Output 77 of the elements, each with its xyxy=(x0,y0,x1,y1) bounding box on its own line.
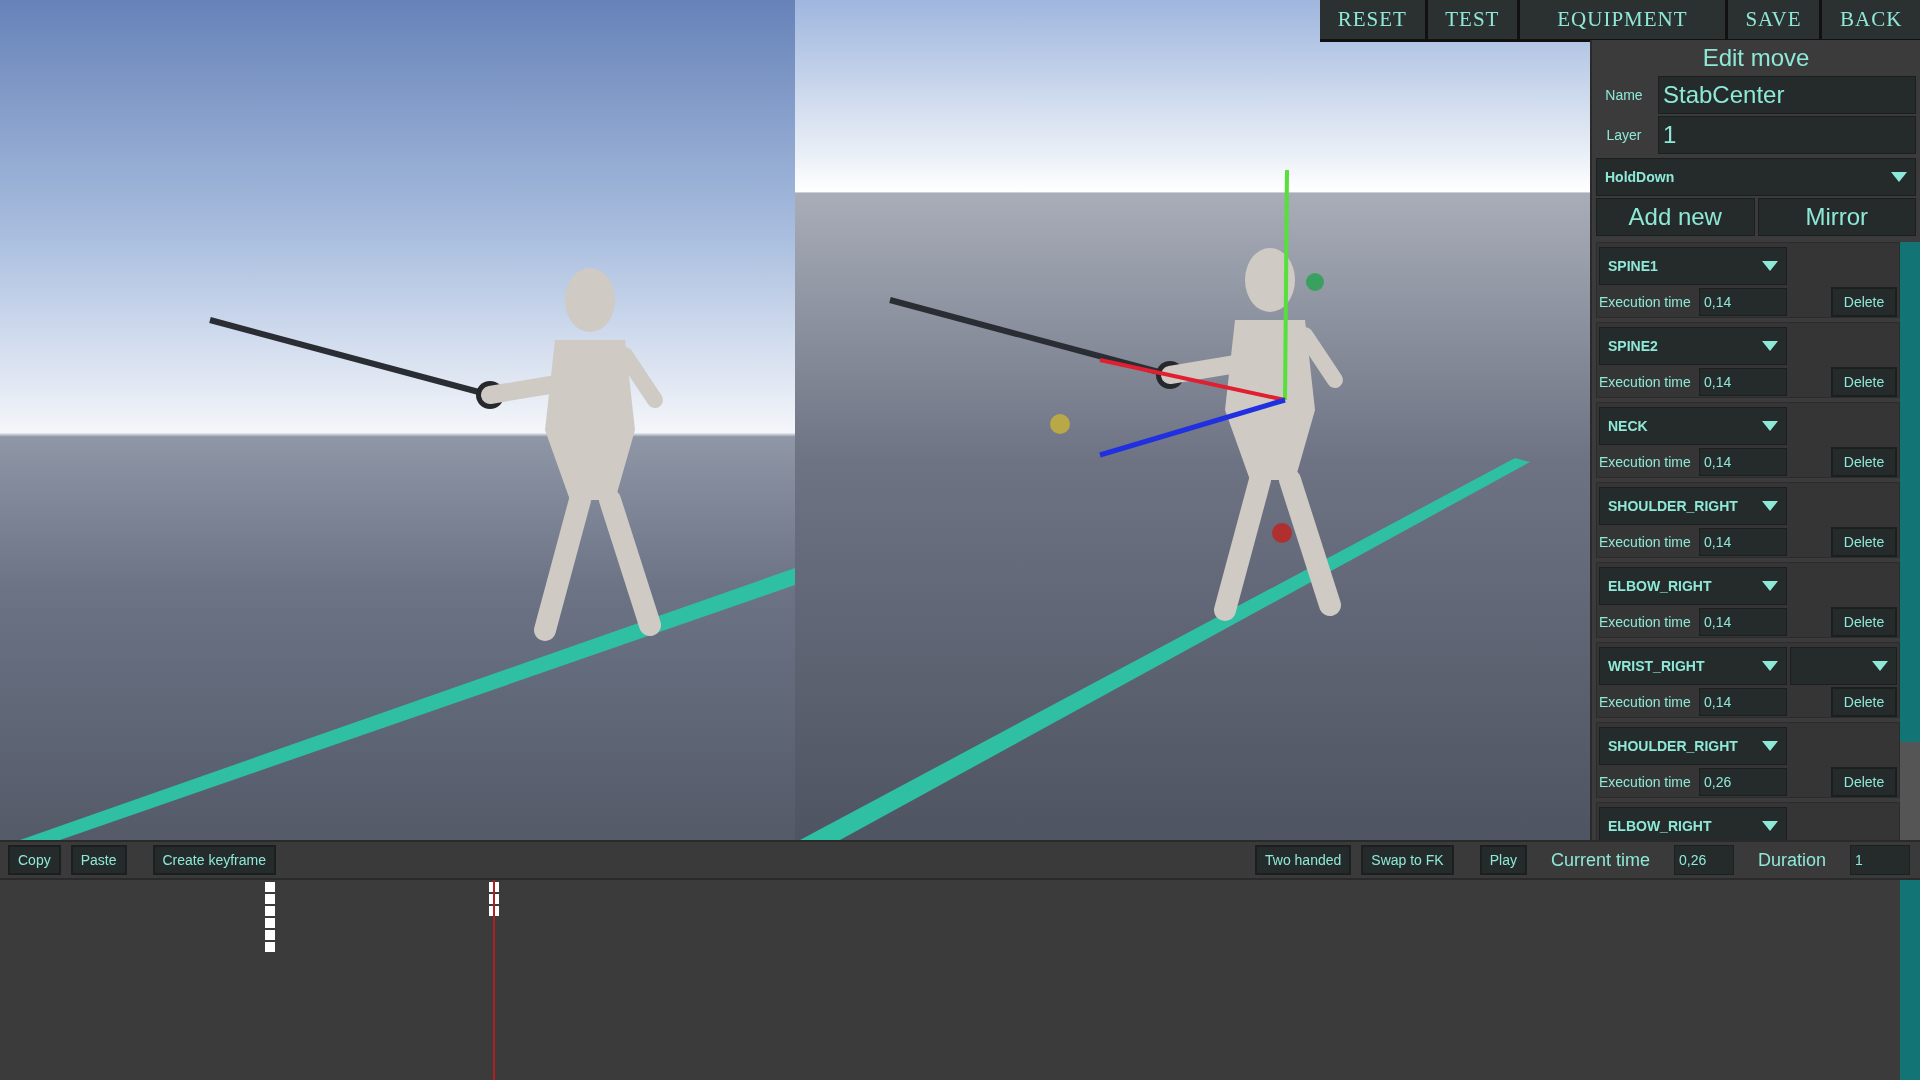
bone-dropdown[interactable]: SHOULDER_RIGHT xyxy=(1599,727,1787,765)
keyframe-markers-drawing[interactable] xyxy=(264,882,275,952)
delete-button[interactable]: Delete xyxy=(1831,687,1897,717)
time-field[interactable]: 0,14 xyxy=(1699,608,1787,636)
dropdown-value: ELBOW_RIGHT xyxy=(1608,578,1712,594)
delete-button[interactable]: Delete xyxy=(1831,607,1897,637)
menu-button[interactable]: SAVE xyxy=(1727,0,1820,39)
panel-title: Edit move xyxy=(1701,43,1811,73)
text-field[interactable]: StabCenter xyxy=(1658,76,1916,114)
time-field[interactable]: 0,14 xyxy=(1699,288,1787,316)
toolbar-button[interactable]: Create keyframe xyxy=(152,845,276,875)
caret-icon xyxy=(1891,172,1907,182)
field-label: Current time xyxy=(1549,849,1651,871)
time-field[interactable]: 0,14 xyxy=(1699,448,1787,476)
dropdown-value: SPINE2 xyxy=(1608,338,1658,354)
caret-icon xyxy=(1762,581,1778,591)
bone-dropdown[interactable]: ELBOW_RIGHT xyxy=(1599,807,1787,840)
field-label: Execution time xyxy=(1599,694,1692,710)
field-label: Execution time xyxy=(1599,614,1692,630)
field-label: Layer xyxy=(1605,127,1643,143)
dropdown-value: ELBOW_RIGHT xyxy=(1608,818,1712,834)
panel-button[interactable]: Mirror xyxy=(1757,198,1916,236)
field-label: Execution time xyxy=(1599,294,1692,310)
toolbar-button[interactable]: Copy xyxy=(8,845,61,875)
time-field[interactable]: 0,14 xyxy=(1699,528,1787,556)
time-field[interactable]: 0,14 xyxy=(1699,688,1787,716)
field-label: Duration xyxy=(1756,849,1827,871)
caret-icon xyxy=(1762,261,1778,271)
dropdown-value: SPINE1 xyxy=(1608,258,1658,274)
text-field[interactable]: 1 xyxy=(1658,116,1916,154)
bone-dropdown[interactable]: WRIST_RIGHT xyxy=(1599,647,1787,685)
bone-dropdown[interactable]: SPINE2 xyxy=(1599,327,1787,365)
field-label: Name xyxy=(1604,87,1644,103)
dropdown-value: SHOULDER_RIGHT xyxy=(1608,498,1738,514)
delete-button[interactable]: Delete xyxy=(1831,527,1897,557)
menu-button[interactable]: TEST xyxy=(1427,0,1518,39)
mode-dropdown[interactable]: HoldDown xyxy=(1596,158,1916,196)
bone-dropdown[interactable]: SHOULDER_RIGHT xyxy=(1599,487,1787,525)
caret-icon xyxy=(1762,501,1778,511)
field-label: Execution time xyxy=(1599,534,1692,550)
duration-field[interactable]: 1 xyxy=(1850,845,1910,875)
caret-icon xyxy=(1762,661,1778,671)
toolbar-button[interactable]: Two handed xyxy=(1255,845,1352,875)
caret-icon xyxy=(1762,421,1778,431)
bone-dropdown[interactable]: SPINE1 xyxy=(1599,247,1787,285)
scrollbar[interactable] xyxy=(1900,242,1920,840)
menu-button[interactable]: BACK xyxy=(1822,0,1920,39)
3d-viewport[interactable] xyxy=(0,0,795,840)
delete-button[interactable]: Delete xyxy=(1831,287,1897,317)
caret-icon xyxy=(1762,741,1778,751)
dropdown-value: WRIST_RIGHT xyxy=(1608,658,1705,674)
menu-button[interactable]: EQUIPMENT xyxy=(1520,0,1725,39)
dropdown-value: HoldDown xyxy=(1605,169,1675,185)
menu-button[interactable]: RESET xyxy=(1320,0,1425,39)
toolbar-button[interactable]: Paste xyxy=(70,845,127,875)
scrollbar-thumb[interactable] xyxy=(1900,242,1920,742)
field-label: Execution time xyxy=(1599,774,1692,790)
dropdown-value: SHOULDER_RIGHT xyxy=(1608,738,1738,754)
delete-button[interactable]: Delete xyxy=(1831,447,1897,477)
caret-icon xyxy=(1762,341,1778,351)
caret-icon xyxy=(1872,661,1888,671)
scrollbar[interactable] xyxy=(1900,880,1920,1080)
caret-icon xyxy=(1762,821,1778,831)
delete-button[interactable]: Delete xyxy=(1831,367,1897,397)
toolbar-button[interactable]: Swap to FK xyxy=(1361,845,1454,875)
time-field[interactable]: 0,14 xyxy=(1699,368,1787,396)
dropdown-value: NECK xyxy=(1608,418,1648,434)
bone-dropdown[interactable]: NECK xyxy=(1599,407,1787,445)
time-field[interactable]: 0,26 xyxy=(1673,845,1734,875)
panel-button[interactable]: Add new xyxy=(1596,198,1755,236)
field-label: Execution time xyxy=(1599,454,1692,470)
dropdown[interactable] xyxy=(1790,647,1897,685)
time-field[interactable]: 0,26 xyxy=(1699,768,1787,796)
toolbar-button[interactable]: Play xyxy=(1479,845,1527,875)
bone-dropdown[interactable]: ELBOW_RIGHT xyxy=(1599,567,1787,605)
field-label: Execution time xyxy=(1599,374,1692,390)
delete-button[interactable]: Delete xyxy=(1831,767,1897,797)
